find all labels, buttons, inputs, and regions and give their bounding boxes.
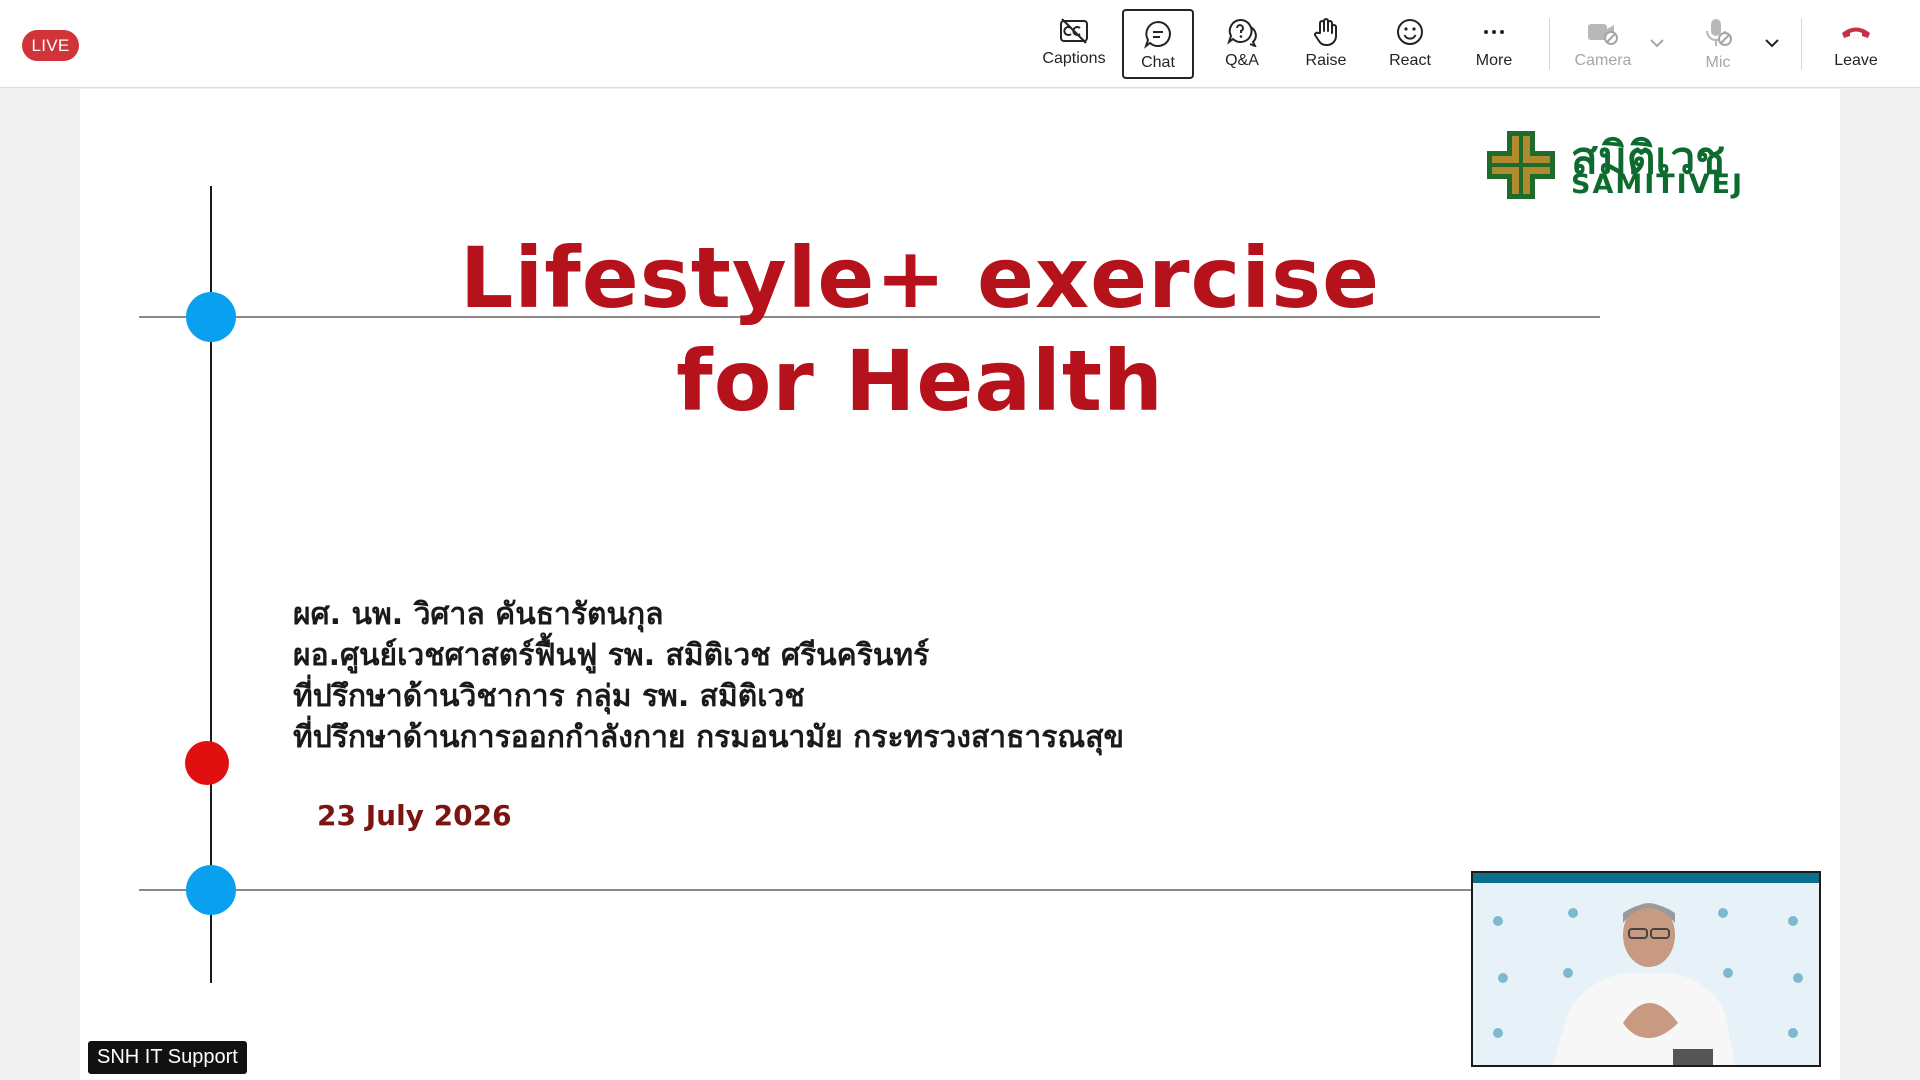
qa-icon: [1227, 18, 1257, 47]
camera-options-chevron-icon[interactable]: [1648, 34, 1666, 52]
react-label: React: [1389, 52, 1431, 69]
slide-title-line1: Lifestyle+ exercise: [459, 229, 1381, 327]
chat-label: Chat: [1141, 54, 1175, 71]
presenter-video-tile[interactable]: [1471, 871, 1821, 1067]
cross-logo-icon: [1487, 131, 1555, 199]
presenter-role-academic: ที่ปรึกษาด้านวิชาการ กลุ่ม รพ. สมิติเวช: [293, 679, 805, 714]
meeting-toolbar: LIVE Captions Chat Q&A Raise React More …: [0, 0, 1920, 88]
raise-hand-icon: [1314, 18, 1337, 47]
leave-label: Leave: [1834, 52, 1878, 69]
chat-button[interactable]: Chat: [1122, 9, 1194, 79]
mic-label: Mic: [1705, 54, 1731, 71]
red-dot: [185, 741, 229, 785]
camera-label: Camera: [1574, 52, 1632, 69]
presenter-video-image: [1473, 873, 1819, 1065]
blue-dot-bottom: [186, 865, 236, 915]
qa-label: Q&A: [1225, 52, 1259, 69]
presenter-position: ผอ.ศูนย์เวชศาสตร์ฟื้นฟู รพ. สมิติเวช ศรี…: [293, 638, 930, 673]
presenter-name: ผศ. นพ. วิศาล คันธารัตนกุล: [293, 597, 664, 632]
logo-english-text: SAMITIVEJ: [1571, 169, 1745, 200]
presenter-role-exercise: ที่ปรึกษาด้านการออกกำลังกาย กรมอนามัย กร…: [293, 720, 1125, 755]
live-badge: LIVE: [22, 30, 79, 61]
participant-name-tag: SNH IT Support: [88, 1041, 247, 1074]
mic-options-chevron-icon[interactable]: [1763, 34, 1781, 52]
slide-title-line2: for Health: [676, 332, 1164, 430]
samitivej-logo: สมิติเวช SAMITIVEJ: [1483, 127, 1753, 205]
mic-button[interactable]: Mic: [1682, 9, 1754, 79]
qa-button[interactable]: Q&A: [1206, 9, 1278, 79]
slide-date: 23 July 2026: [317, 799, 512, 832]
camera-off-icon: [1588, 24, 1618, 45]
toolbar-divider: [1549, 18, 1550, 70]
more-button[interactable]: More: [1458, 9, 1530, 79]
captions-off-icon: [1060, 18, 1088, 44]
smiley-icon: [1397, 19, 1423, 45]
leave-button[interactable]: Leave: [1820, 9, 1892, 79]
more-icon: [1484, 30, 1504, 34]
raise-label: Raise: [1305, 52, 1347, 69]
more-label: More: [1475, 52, 1513, 69]
react-button[interactable]: React: [1374, 9, 1446, 79]
raise-hand-button[interactable]: Raise: [1290, 9, 1362, 79]
camera-button[interactable]: Camera: [1567, 9, 1639, 79]
captions-label: Captions: [1042, 50, 1106, 67]
hang-up-icon: [1842, 27, 1870, 38]
mic-off-icon: [1706, 19, 1732, 46]
toolbar-divider-leave: [1801, 18, 1802, 70]
captions-button[interactable]: Captions: [1038, 9, 1110, 79]
chat-icon: [1144, 20, 1171, 49]
